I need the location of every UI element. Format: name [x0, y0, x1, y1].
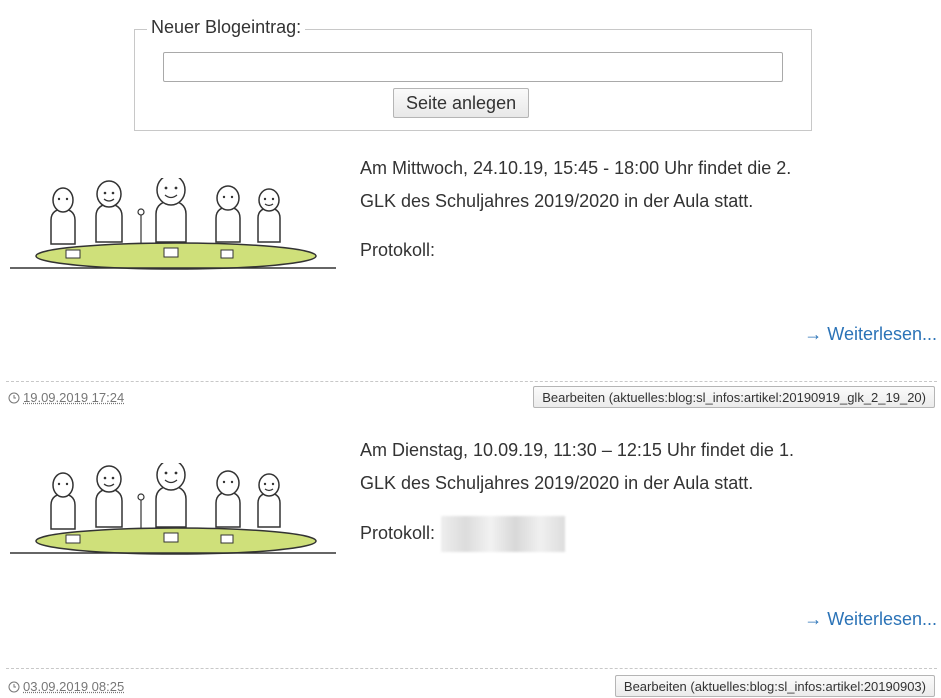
entry-1-line1: Am Mittwoch, 24.10.19, 15:45 - 18:00 Uhr… — [360, 158, 792, 178]
new-entry-form: Neuer Blogeintrag: Seite anlegen — [134, 17, 812, 131]
create-page-button[interactable]: Seite anlegen — [393, 88, 530, 118]
entry-2-edit-button[interactable]: Bearbeiten (aktuelles:blog:sl_infos:arti… — [614, 675, 935, 697]
entry-2-text: Am Dienstag, 10.09.19, 11:30 – 12:15 Uhr… — [360, 434, 935, 552]
entry-1-date-text: 19.09.2019 17:24 — [23, 390, 125, 405]
clock-icon — [8, 392, 20, 403]
meeting-illustration — [10, 178, 336, 270]
entry-2-line1: Am Dienstag, 10.09.19, 11:30 – 12:15 Uhr… — [360, 440, 794, 460]
entry-2-protokoll: Protokoll: — [360, 516, 935, 552]
entry-2-separator — [6, 668, 937, 669]
entry-2-protokoll-label: Protokoll: — [360, 522, 436, 543]
entry-1-line2: GLK des Schuljahres 2019/2020 in der Aul… — [360, 191, 754, 211]
entry-1-edit-button[interactable]: Bearbeiten (aktuelles:blog:sl_infos:arti… — [533, 386, 935, 408]
clock-icon — [8, 681, 20, 692]
entry-1-separator — [6, 381, 937, 382]
meeting-illustration — [10, 463, 336, 555]
entry-1-protokoll: Protokoll: — [360, 240, 436, 260]
entry-1-read-more-link[interactable]: → Weiterlesen... — [804, 324, 937, 345]
entry-2-date-text: 03.09.2019 08:25 — [23, 679, 125, 694]
entry-2-line2: GLK des Schuljahres 2019/2020 in der Aul… — [360, 473, 754, 493]
new-entry-title-input[interactable] — [163, 52, 783, 82]
redacted-attachment — [441, 516, 566, 552]
entry-1-date: 19.09.2019 17:24 — [8, 390, 124, 405]
new-entry-legend: Neuer Blogeintrag: — [147, 17, 306, 38]
entry-1-text: Am Mittwoch, 24.10.19, 15:45 - 18:00 Uhr… — [360, 152, 935, 267]
entry-2-read-more-link[interactable]: → Weiterlesen... — [804, 609, 937, 630]
entry-2-date: 03.09.2019 08:25 — [8, 679, 124, 694]
